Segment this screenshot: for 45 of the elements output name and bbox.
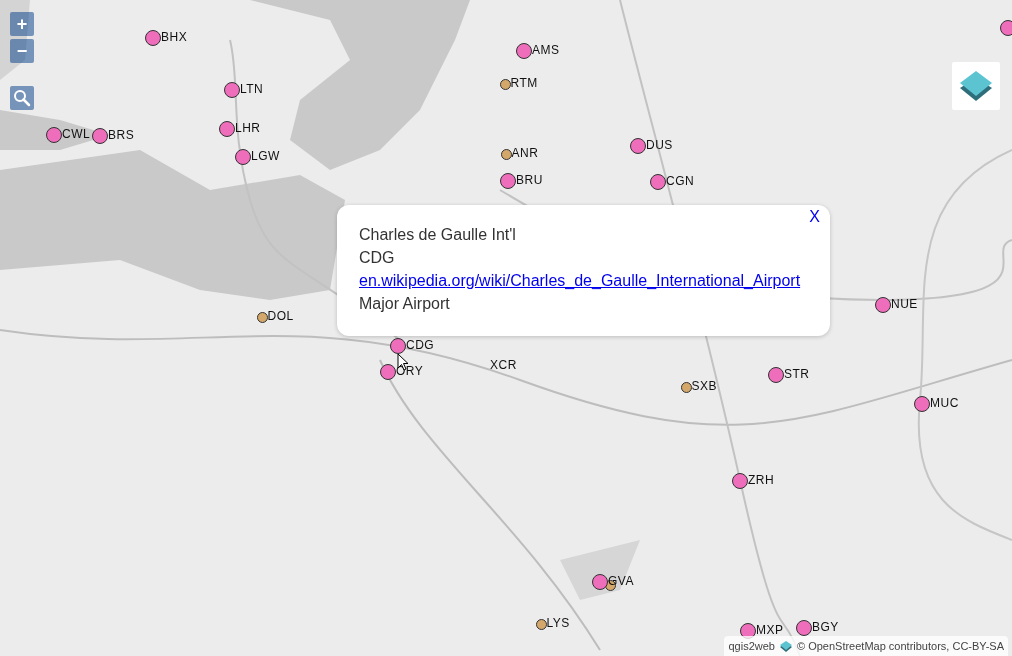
layers-icon xyxy=(959,70,993,102)
wikipedia-link[interactable]: en.wikipedia.org/wiki/Charles_de_Gaulle_International_Airport xyxy=(359,269,801,292)
airport-code: LYS xyxy=(546,616,570,630)
airport-code: STR xyxy=(784,367,810,381)
airport-category: Major Airport xyxy=(359,294,451,314)
airport-code: AMS xyxy=(532,43,560,57)
attribution-text: © OpenStreetMap contributors, CC-BY-SA xyxy=(796,640,1004,652)
airport-code: BHX xyxy=(161,30,188,44)
airport-code: GVA xyxy=(608,574,634,588)
airport-code: CGN xyxy=(666,174,695,188)
airport-marker[interactable] xyxy=(499,78,511,90)
airport-code: DOL xyxy=(267,309,294,323)
airport-code: BRS xyxy=(108,128,135,142)
qgis2web-link[interactable]: qgis2web xyxy=(728,640,775,652)
search-button[interactable] xyxy=(10,86,34,110)
airport-marker[interactable] xyxy=(680,381,692,393)
airport-code: SXB xyxy=(691,379,717,393)
airport-code: ANR xyxy=(511,146,539,160)
airport-code: DUS xyxy=(646,138,673,152)
airport-name: Charles de Gaulle Int'l xyxy=(359,225,517,245)
airport-code: ZRH xyxy=(748,473,775,487)
airport-code: BGY xyxy=(812,620,839,634)
close-link[interactable]: X xyxy=(809,208,820,226)
airport-code: LHR xyxy=(235,121,261,135)
airport-code: CDG xyxy=(406,338,435,352)
airport-marker[interactable] xyxy=(256,311,268,323)
airport-code-text: CDG xyxy=(359,248,396,268)
airport-code: BRU xyxy=(516,173,543,187)
airport-code: LGW xyxy=(251,149,280,163)
airport-code: RTM xyxy=(510,76,538,90)
search-icon xyxy=(13,89,31,107)
airport-code: LTN xyxy=(240,82,264,96)
airport-marker[interactable] xyxy=(500,148,512,160)
airport-code: MUC xyxy=(930,396,959,410)
airport-code: XCR xyxy=(490,358,517,372)
airport-code: ORY xyxy=(396,364,424,378)
diamond-logo-icon xyxy=(778,639,793,653)
zoom-out-button[interactable]: − xyxy=(10,39,34,63)
airport-code: MXP xyxy=(756,623,784,637)
airport-code: NUE xyxy=(891,297,918,311)
layers-button[interactable] xyxy=(952,62,1000,110)
airport-code: CWL xyxy=(62,127,91,141)
openstreetmap-link[interactable]: OpenStreetMap xyxy=(808,640,886,652)
zoom-in-button[interactable]: + xyxy=(10,12,34,36)
airport-marker[interactable] xyxy=(535,618,547,630)
